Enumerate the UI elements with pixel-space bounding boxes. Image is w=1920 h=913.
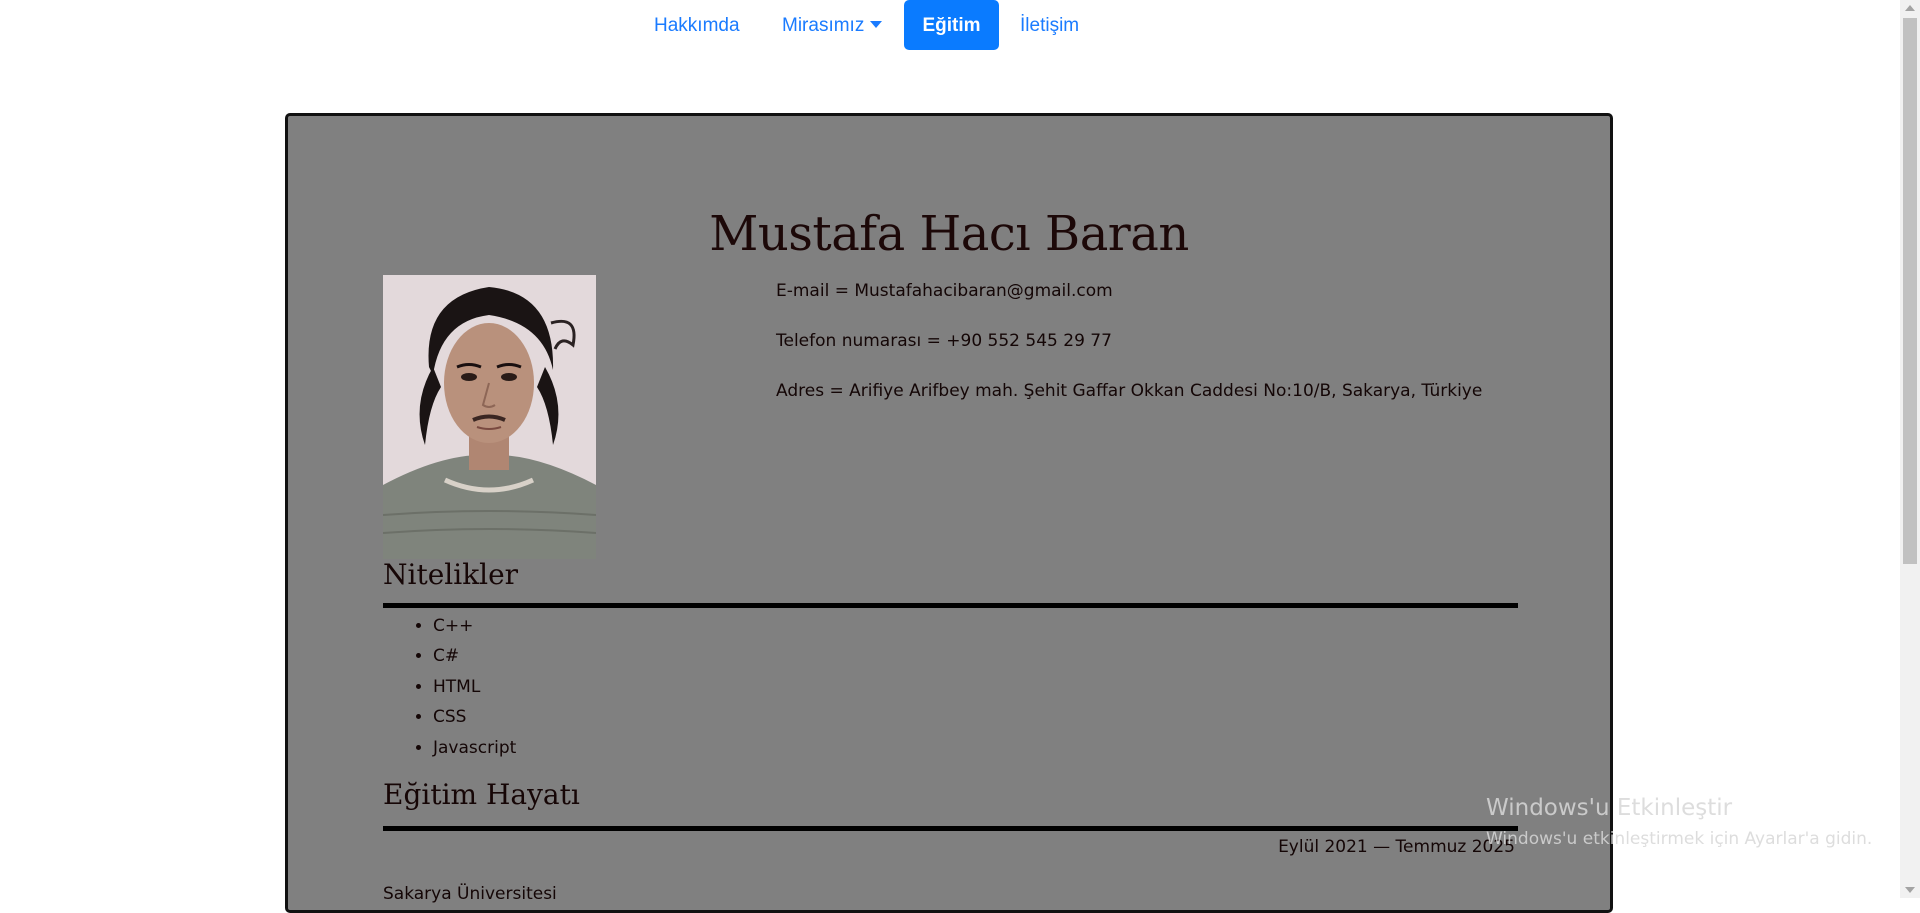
education-divider bbox=[383, 826, 1518, 831]
scroll-thumb[interactable] bbox=[1903, 18, 1917, 564]
nav-link-iletisim[interactable]: İletişim bbox=[1000, 0, 1099, 50]
skills-divider bbox=[383, 603, 1518, 608]
activation-watermark-subtitle: Windows'u etkinleştirmek için Ayarlar'a … bbox=[1486, 829, 1873, 849]
nav-dropdown-mirasimiz[interactable]: Mirasımız bbox=[762, 0, 902, 50]
caret-down-icon bbox=[870, 21, 883, 28]
education-date-range: Eylül 2021 — Temmuz 2025 bbox=[1278, 837, 1515, 857]
contact-phone: Telefon numarası = +90 552 545 29 77 bbox=[776, 331, 1112, 351]
scroll-up-icon[interactable] bbox=[1905, 5, 1915, 11]
list-item: Javascript bbox=[433, 733, 516, 763]
list-item: C# bbox=[433, 641, 516, 671]
top-nav: Hakkımda Mirasımız Eğitim İletişim bbox=[0, 0, 1900, 51]
page-title: Mustafa Hacı Baran bbox=[709, 206, 1189, 262]
list-item: CSS bbox=[433, 702, 516, 732]
nav-dropdown-label: Mirasımız bbox=[782, 15, 865, 36]
education-heading: Eğitim Hayatı bbox=[383, 778, 580, 811]
list-item: C++ bbox=[433, 611, 516, 641]
vertical-scrollbar[interactable] bbox=[1900, 0, 1920, 898]
contact-email: E-mail = Mustafahacibaran@gmail.com bbox=[776, 281, 1113, 301]
activation-watermark-title: Windows'u Etkinleştir bbox=[1486, 795, 1733, 821]
list-item: HTML bbox=[433, 672, 516, 702]
resume-card: Mustafa Hacı Baran E-mail = Mustafahacib… bbox=[285, 113, 1613, 913]
skills-list: C++ C# HTML CSS Javascript bbox=[383, 611, 516, 763]
education-school: Sakarya Üniversitesi bbox=[383, 884, 557, 904]
nav-link-hakkimda[interactable]: Hakkımda bbox=[634, 0, 760, 50]
profile-photo bbox=[383, 275, 596, 559]
skills-heading: Nitelikler bbox=[383, 558, 519, 591]
contact-address: Adres = Arifiye Arifbey mah. Şehit Gaffa… bbox=[776, 381, 1483, 401]
nav-link-egitim[interactable]: Eğitim bbox=[904, 0, 999, 50]
scroll-down-icon[interactable] bbox=[1905, 887, 1915, 893]
